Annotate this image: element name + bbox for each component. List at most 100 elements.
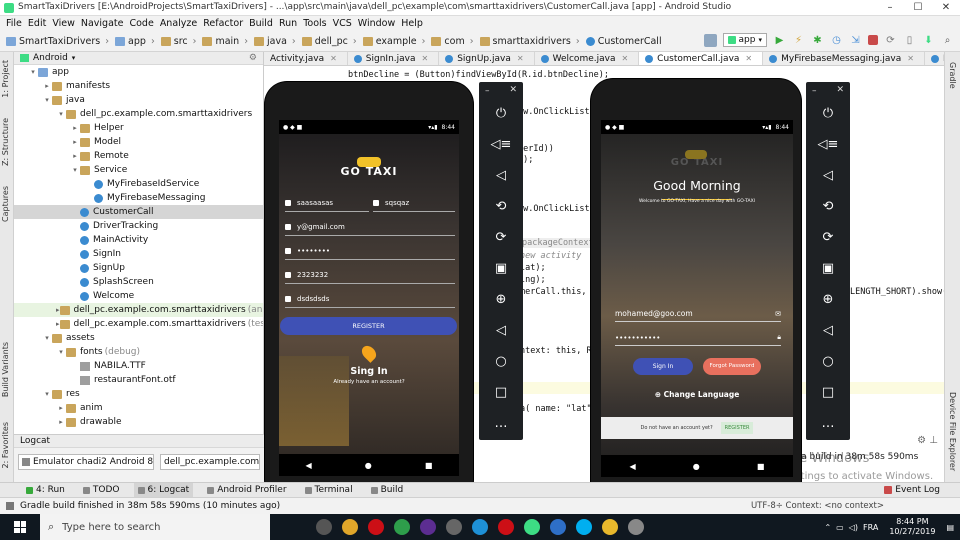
apply-changes-icon[interactable]: ⚡ — [792, 34, 805, 47]
overview-icon[interactable]: ■ — [425, 461, 433, 470]
close-icon[interactable]: ✕ — [836, 85, 844, 95]
more-icon[interactable]: … — [479, 416, 523, 431]
back-icon[interactable]: ◀ — [630, 462, 636, 471]
menu-item-vcs[interactable]: VCS — [333, 16, 352, 31]
expand-arrow-icon[interactable]: ▾ — [70, 166, 80, 174]
project-tree-item[interactable]: ▸ drawable — [14, 415, 263, 429]
gamepad-icon[interactable] — [628, 519, 644, 535]
collapse-arrow-icon[interactable]: ▸ — [56, 320, 60, 328]
profile-icon[interactable]: ◷ — [830, 34, 843, 47]
menu-item-run[interactable]: Run — [279, 16, 297, 31]
volume-icon[interactable]: ◁) — [849, 523, 858, 532]
volume-up-icon[interactable]: ◁≡ — [806, 137, 850, 152]
task-view-icon[interactable] — [316, 519, 332, 535]
menu-item-file[interactable]: File — [6, 16, 22, 31]
android-studio-icon[interactable] — [524, 519, 540, 535]
editor-tab[interactable]: SignIn.java ✕ — [348, 52, 440, 65]
close-icon[interactable]: ✕ — [509, 85, 517, 95]
project-tree-item[interactable]: MyFirebaseIdService — [14, 177, 263, 191]
volume-up-icon[interactable]: ◁≡ — [479, 137, 523, 152]
project-tree-item[interactable]: ▾ java — [14, 93, 263, 107]
breadcrumb-item[interactable]: com › — [431, 36, 474, 47]
run-config-select[interactable]: app ▾ — [722, 33, 767, 47]
close-tab-icon[interactable]: ✕ — [907, 52, 914, 66]
volume-down-icon[interactable]: ◁ — [806, 168, 850, 183]
register-link[interactable]: REGISTER — [720, 422, 754, 434]
project-tree-item[interactable]: restaurantFont.otf — [14, 373, 263, 387]
power-icon[interactable]: ⏻ — [479, 106, 523, 121]
camera-icon[interactable]: ▣ — [806, 261, 850, 276]
sign-in-link[interactable]: Sing In — [279, 366, 459, 377]
ie-icon[interactable] — [472, 519, 488, 535]
expand-arrow-icon[interactable]: ▾ — [42, 334, 52, 342]
close-button[interactable]: ✕ — [932, 0, 960, 16]
breadcrumb-item[interactable]: SmartTaxiDrivers › — [6, 36, 109, 47]
home-icon[interactable]: ○ — [806, 354, 850, 369]
menu-item-build[interactable]: Build — [249, 16, 273, 31]
avd-manager-icon[interactable]: ▯ — [903, 34, 916, 47]
clock[interactable]: 8:44 PM 10/27/2019 — [889, 517, 935, 537]
forgot-password-button[interactable]: Forgot Password — [703, 358, 761, 375]
collapse-arrow-icon[interactable]: ▸ — [70, 124, 80, 132]
device-file-explorer-tab[interactable]: Device File Explorer — [948, 392, 957, 471]
search-everywhere-icon[interactable]: ⌕ — [941, 34, 954, 47]
password-field[interactable]: •••••••• — [285, 242, 455, 260]
password-field[interactable]: ••••••••••• 🔒︎ — [615, 330, 781, 346]
close-tab-icon[interactable]: ✕ — [330, 52, 337, 66]
username-field[interactable]: dsdsdsds — [285, 290, 455, 308]
collapse-arrow-icon[interactable]: ▸ — [56, 306, 60, 314]
home-icon[interactable]: ○ — [479, 354, 523, 369]
project-tree-item[interactable]: ▸ Model — [14, 135, 263, 149]
menu-item-help[interactable]: Help — [401, 16, 423, 31]
project-tool-tab[interactable]: 1: Project — [1, 60, 10, 98]
volume-down-icon[interactable]: ◁ — [479, 168, 523, 183]
home-icon[interactable]: ● — [365, 461, 372, 470]
taskbar-search-box[interactable]: ⌕ Type here to search — [40, 514, 270, 540]
close-tab-icon[interactable]: ✕ — [517, 52, 524, 66]
start-button[interactable] — [0, 514, 40, 540]
menu-item-code[interactable]: Code — [129, 16, 153, 31]
captures-tool-tab[interactable]: Captures — [1, 186, 10, 222]
zoom-icon[interactable]: ⊕ — [479, 292, 523, 307]
run-icon[interactable]: ▶ — [773, 34, 786, 47]
project-tree-item[interactable]: NABILA.TTF — [14, 359, 263, 373]
bottom-tab[interactable]: TODO — [79, 483, 124, 498]
project-tree-item[interactable]: MyFirebaseMessaging — [14, 191, 263, 205]
project-tree-item[interactable]: ▾ app — [14, 65, 263, 79]
attach-debugger-icon[interactable]: ⇲ — [849, 34, 862, 47]
chrome-icon[interactable] — [342, 519, 358, 535]
opera-gx-icon[interactable] — [498, 519, 514, 535]
close-tab-icon[interactable]: ✕ — [745, 52, 752, 66]
project-tree-item[interactable]: ▾ Service — [14, 163, 263, 177]
menu-item-edit[interactable]: Edit — [28, 16, 46, 31]
event-log-tab[interactable]: Event Log — [884, 485, 940, 495]
favorites-tool-tab[interactable]: 2: Favorites — [1, 422, 10, 468]
project-tree-item[interactable]: MainActivity — [14, 233, 263, 247]
project-tree-item[interactable]: DriverTracking — [14, 219, 263, 233]
network-icon[interactable]: ▭ — [836, 523, 844, 532]
settings-gear-icon[interactable]: ⚙ — [249, 53, 257, 63]
expand-arrow-icon[interactable]: ▾ — [56, 348, 66, 356]
power-icon[interactable]: ⏻ — [806, 106, 850, 121]
project-tree-item[interactable]: ▸ Helper — [14, 121, 263, 135]
gradle-tool-tab[interactable]: Gradle — [948, 62, 957, 89]
zoom-icon[interactable]: ⊕ — [806, 292, 850, 307]
email-field[interactable]: mohamed@goo.com ✉ — [615, 306, 781, 322]
rotate-left-icon[interactable]: ⟲ — [806, 199, 850, 214]
project-tree-item[interactable]: ▾ assets — [14, 331, 263, 345]
rotate-right-icon[interactable]: ⟳ — [806, 230, 850, 245]
back-icon[interactable]: ◁ — [806, 323, 850, 338]
device-select[interactable]: Emulator chadi2 Android 8.0 — [18, 454, 154, 470]
bottom-tab[interactable]: Build — [367, 483, 408, 498]
editor-tab[interactable]: Welcome.java ✕ — [535, 52, 640, 65]
email-field[interactable]: y@gmail.com — [285, 218, 455, 236]
editor-tab[interactable]: MyFirebaseMessaging.java ✕ — [763, 52, 925, 65]
project-tree-item[interactable]: ▾ res — [14, 387, 263, 401]
project-tree-item[interactable]: ▾ dell_pc.example.com.smarttaxidrivers — [14, 107, 263, 121]
back-icon[interactable]: ◀ — [306, 461, 312, 470]
project-tree-item[interactable]: ▾ fonts (debug) — [14, 345, 263, 359]
explorer-icon[interactable] — [602, 519, 618, 535]
phone-field[interactable]: 2323232 — [285, 266, 455, 284]
bottom-tab[interactable]: Terminal — [301, 483, 357, 498]
debug-icon[interactable]: ✱ — [811, 34, 824, 47]
